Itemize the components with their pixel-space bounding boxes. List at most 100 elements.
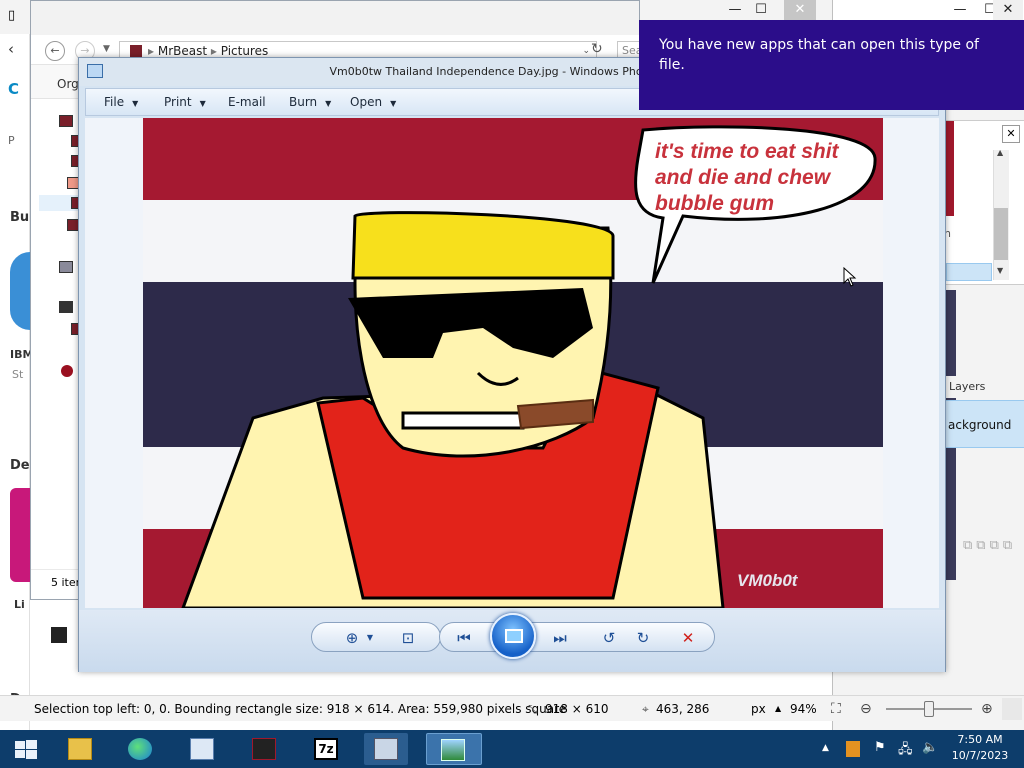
left-fragment-bu: Bu [10, 210, 30, 225]
nav-item-icon[interactable] [59, 261, 73, 273]
viewer-control-bar: ⊕ ▼ ⊡ ⏮ ⏭ ↺ ↻ ✕ [79, 610, 945, 672]
nav-item-icon[interactable] [59, 301, 73, 313]
maximize-icon[interactable]: ☐ [746, 0, 776, 22]
organize-button[interactable]: Org [57, 77, 79, 91]
zoom-in-icon[interactable]: ⊕ [981, 696, 993, 722]
refresh-icon[interactable]: ↻ [591, 41, 603, 57]
actual-size-icon[interactable]: ⊡ [397, 628, 419, 648]
menu-email[interactable]: E-mail [228, 89, 266, 115]
start-button[interactable] [2, 733, 48, 765]
app-notification-toast[interactable]: You have new apps that can open this typ… [639, 20, 1024, 110]
minimize-icon[interactable]: — [945, 0, 975, 22]
rotate-right-icon[interactable]: ↻ [632, 628, 654, 648]
left-fragment-st: St [12, 368, 24, 381]
windows-taskbar: 7z ▲ ⚑ 🖧 🔈 7:50 AM 10/7/2023 [0, 730, 1024, 768]
rotate-left-icon[interactable]: ↺ [598, 628, 620, 648]
paintnet-panel: ✕ n [944, 120, 1024, 285]
menu-open-label: Open [350, 95, 383, 109]
network-icon[interactable]: 🖧 [898, 740, 913, 762]
paint-icon [374, 738, 398, 760]
taskbar-app-red[interactable] [242, 733, 286, 765]
menu-file[interactable]: File ▼ [104, 89, 138, 115]
chevron-down-icon: ▼ [325, 99, 332, 108]
zoom-dropdown-icon[interactable]: ▼ [359, 628, 381, 648]
paintnet-canvas-edge [946, 121, 954, 216]
close-icon[interactable]: ✕ [993, 0, 1023, 22]
background-layer-item[interactable]: ackground [945, 400, 1024, 448]
folder-icon [130, 45, 142, 57]
layers-panel-title: Layers [945, 376, 1024, 398]
next-icon[interactable]: ⏭ [549, 628, 571, 648]
taskbar-edge[interactable] [118, 733, 162, 765]
displayed-image: it's time to eat shit and die and chew b… [143, 118, 883, 608]
tray-app-icon[interactable] [846, 741, 860, 757]
taskbar-photo-viewer[interactable] [426, 733, 482, 765]
menu-print-label: Print [164, 95, 192, 109]
photo-viewer-window: Vm0b0tw Thailand Independence Day.jpg - … [78, 57, 946, 672]
units-selector[interactable]: px [751, 696, 766, 722]
navigation-controls-group [439, 622, 715, 652]
windows-logo-icon [15, 740, 37, 759]
volume-icon[interactable]: 🔈 [922, 740, 938, 755]
image-size: 918 × 610 [545, 702, 609, 716]
keyboard-icon [190, 738, 214, 760]
left-panel-square [51, 627, 67, 643]
nav-item-icon[interactable] [59, 115, 73, 127]
mouse-cursor-icon [843, 267, 857, 287]
left-fragment-li: Li [14, 598, 25, 611]
speech-line-2: and die and chew [655, 166, 832, 189]
explorer-titlebar [31, 1, 639, 35]
chevron-down-icon: ▼ [390, 99, 397, 108]
scroll-down-icon[interactable]: ▼ [997, 266, 1003, 275]
left-pink-card [10, 488, 32, 582]
slideshow-icon [505, 629, 523, 643]
viewer-image-area: it's time to eat shit and die and chew b… [85, 118, 939, 608]
taskbar-paint[interactable] [364, 733, 408, 765]
status-scroll-box[interactable] [1002, 698, 1022, 720]
image-signature: VM0b0t [737, 571, 799, 590]
tab-icon[interactable]: ▯ [8, 8, 15, 23]
path-segment-pictures[interactable]: Pictures [221, 44, 269, 58]
image-editor-status-bar: Selection top left: 0, 0. Bounding recta… [0, 695, 1024, 721]
back-button-icon[interactable]: ← [45, 41, 65, 61]
panel-scroll-thumb[interactable] [994, 208, 1008, 260]
show-hidden-icons[interactable]: ▲ [822, 743, 829, 753]
explorer-nav-pane [31, 99, 85, 569]
units-dropdown-icon[interactable]: ▲ [775, 696, 781, 722]
7zip-icon: 7z [314, 738, 338, 760]
yellow-hair [351, 211, 615, 280]
browser-sidebar-strip: ‹ C P Bu IBM St De Li De [0, 34, 36, 730]
panel-selected-row[interactable] [946, 263, 992, 281]
flag-icon[interactable]: ⚑ [874, 740, 886, 755]
panel-close-icon[interactable]: ✕ [1002, 125, 1020, 143]
path-segment-mrbeast[interactable]: MrBeast [158, 44, 207, 58]
recent-dropdown-icon[interactable]: ▼ [103, 44, 110, 54]
photo-viewer-icon [441, 739, 465, 761]
chevron-down-icon: ▼ [199, 99, 206, 108]
cigar [516, 398, 594, 430]
layer-tool-icons[interactable]: ⧉⧉⧉⧉ [963, 538, 1023, 556]
back-arrow-icon[interactable]: ‹ [8, 40, 14, 58]
scroll-up-icon[interactable]: ▲ [997, 148, 1003, 157]
menu-print[interactable]: Print ▼ [164, 89, 206, 115]
chevron-down-icon: ▼ [132, 99, 139, 108]
speech-line-3: bubble gum [655, 192, 774, 215]
zoom-out-icon[interactable]: ⊖ [860, 696, 872, 722]
nav-item-icon[interactable] [61, 365, 73, 377]
zoom-level[interactable]: 94% [790, 696, 817, 722]
menu-burn[interactable]: Burn ▼ [289, 89, 331, 115]
left-fragment-p: P [8, 134, 15, 147]
menu-email-label: E-mail [228, 95, 266, 109]
slideshow-button[interactable] [490, 613, 536, 659]
clock-date: 10/7/2023 [951, 749, 1009, 762]
fit-window-icon[interactable]: ⛶ [831, 696, 841, 722]
delete-icon[interactable]: ✕ [677, 628, 699, 648]
taskbar-explorer[interactable] [58, 733, 102, 765]
zoom-slider-thumb[interactable] [924, 701, 934, 717]
taskbar-keyboard-app[interactable] [180, 733, 224, 765]
menu-open[interactable]: Open ▼ [350, 89, 396, 115]
taskbar-7zip[interactable]: 7z [304, 733, 348, 765]
system-clock[interactable]: 7:50 AM 10/7/2023 [944, 732, 1016, 764]
previous-icon[interactable]: ⏮ [453, 628, 475, 648]
close-icon[interactable]: ✕ [784, 0, 816, 22]
